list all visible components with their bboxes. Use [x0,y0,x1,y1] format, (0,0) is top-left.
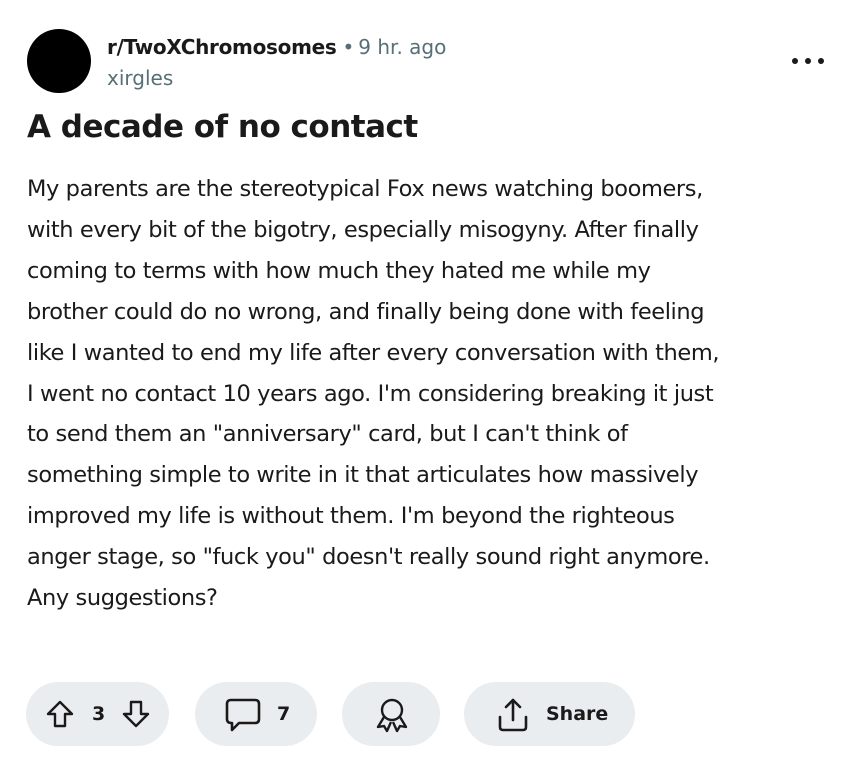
speech-bubble-icon [223,697,263,733]
vote-count: 3 [92,703,106,725]
downvote-button[interactable] [120,698,152,730]
post-body-line: Any suggestions? [27,585,218,612]
post-body-line: My parents are the stereotypical Fox new… [27,176,703,202]
post-body-line: brother could do no wrong, and finally b… [27,298,705,325]
comment-count: 7 [277,703,291,725]
upvote-button[interactable] [44,698,76,730]
post-body-line: I went no contact 10 years ago. I'm cons… [27,380,714,407]
post-title: A decade of no contact [27,109,418,145]
post-body-line: to send them an "anniversary" card, but … [27,421,628,448]
arrow-down-icon [122,700,150,728]
post-body: My parents are the stereotypical Fox new… [27,169,827,619]
arrow-up-icon [46,700,74,728]
more-horizontal-icon [792,58,798,64]
post-time: 9 hr. ago [358,35,447,59]
subreddit-avatar[interactable] [27,29,91,93]
meta-separator: • [342,35,355,59]
post-body-line: like I wanted to end my life after every… [27,339,720,366]
overflow-menu-button[interactable] [792,54,824,68]
share-upload-icon [494,696,532,734]
post-meta: r/TwoXChromosomes • 9 hr. ago [107,34,446,60]
author-link[interactable]: xirgles [107,65,173,91]
comments-button[interactable]: 7 [195,682,317,746]
post-body-line: anger stage, so "fuck you" doesn't reall… [27,544,710,571]
share-button[interactable]: Share [464,682,635,746]
share-label: Share [546,703,609,725]
award-button[interactable] [342,682,440,746]
post-body-line: with every bit of the bigotry, especiall… [27,216,699,243]
post-card: r/TwoXChromosomes • 9 hr. ago xirgles A de… [0,0,855,778]
post-body-line: something simple to write in it that art… [27,462,699,489]
award-ribbon-icon [373,696,411,734]
post-body-line: coming to terms with how much they hated… [27,257,651,284]
vote-group: 3 [26,682,169,746]
subreddit-link[interactable]: r/TwoXChromosomes [107,35,337,59]
post-body-line: improved my life is without them. I'm be… [27,503,675,530]
